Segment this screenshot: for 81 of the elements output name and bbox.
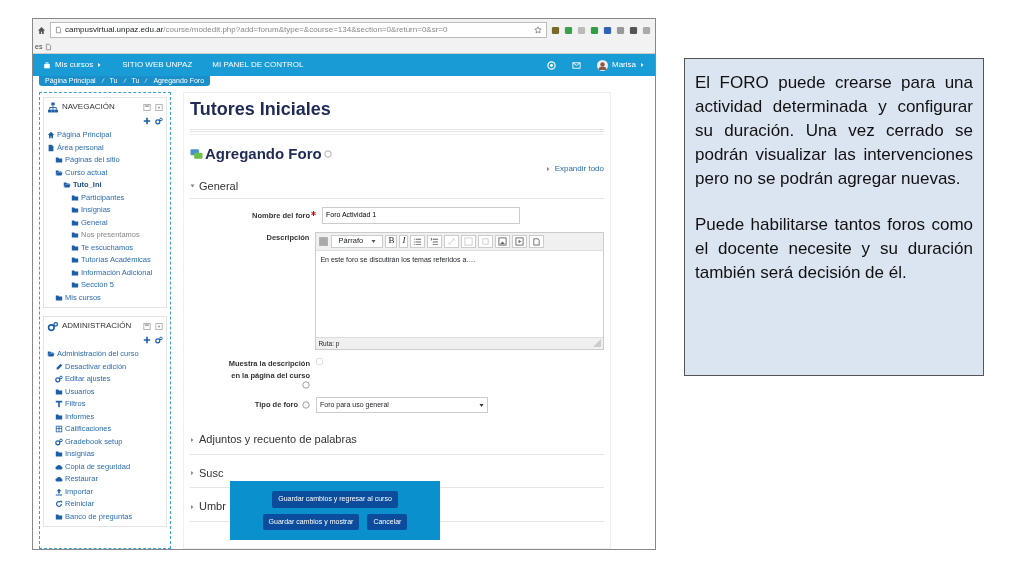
note-paragraph: Puede habilitarse tantos foros como el docente necesite y su duración también será decisión de él. <box>695 214 973 284</box>
collapse-icon[interactable] <box>155 103 163 111</box>
caret-down-icon <box>190 182 195 189</box>
link-icon[interactable] <box>447 236 457 246</box>
page-icon <box>55 26 62 34</box>
collapse-icon[interactable] <box>155 322 163 330</box>
gears-icon[interactable] <box>155 336 163 344</box>
page-icon[interactable] <box>45 43 53 51</box>
move-icon[interactable] <box>143 117 151 125</box>
folder-icon <box>55 387 63 396</box>
gears-icon <box>55 375 63 384</box>
caret-icon <box>640 62 645 68</box>
folder-open-icon <box>63 181 71 190</box>
sitemap-icon <box>47 101 59 113</box>
mail-icon[interactable] <box>572 60 581 70</box>
briefcase-icon <box>43 61 51 69</box>
section-header[interactable]: General <box>190 177 239 195</box>
file-icon <box>47 143 55 152</box>
block-title: NAVEGACIÓN <box>62 101 115 113</box>
address-bar[interactable]: campusvirtual.unpaz.edu.ar/course/modedit.php?add=forum&type=&course=134&section=0&return=0&sr=0 <box>50 22 547 38</box>
filter-icon <box>55 400 63 409</box>
help-icon[interactable] <box>323 149 332 158</box>
toolbar-toggle-icon[interactable] <box>318 235 330 247</box>
caret-right-icon <box>190 436 195 443</box>
pencil-icon <box>55 362 63 371</box>
unlink-icon[interactable] <box>464 236 474 246</box>
upload-icon <box>55 487 63 496</box>
paste-icon[interactable] <box>532 236 542 246</box>
gears-icon <box>47 320 59 332</box>
separator-icon <box>144 76 149 85</box>
anchor-icon[interactable] <box>481 236 491 246</box>
caret-icon <box>545 165 551 172</box>
section-header[interactable]: Susc <box>190 464 224 482</box>
section-header[interactable]: Umbr <box>190 498 226 515</box>
folder-icon <box>55 156 63 165</box>
course-title: Tutores Iniciales <box>190 99 332 121</box>
folder-open-icon <box>55 168 63 177</box>
caret-icon <box>97 62 103 68</box>
help-icon[interactable] <box>302 401 310 410</box>
dock-icon[interactable] <box>143 322 151 330</box>
help-icon[interactable] <box>302 380 310 389</box>
page-title: Agregando Foro <box>205 144 322 163</box>
media-icon[interactable] <box>515 236 525 246</box>
separator-icon <box>122 76 127 85</box>
expand-all-link[interactable]: Expandir todo <box>545 162 604 175</box>
avatar-icon <box>597 59 608 71</box>
user-menu[interactable]: Marisa <box>597 59 645 71</box>
reset-icon <box>55 500 63 509</box>
folder-icon <box>55 412 63 421</box>
url-text: campusvirtual.unpaz.edu.ar/course/modedit.php?add=forum&type=&course=134&section=0&return=0&sr=0 <box>65 24 448 36</box>
nav-link[interactable]: MI PANEL DE CONTROL <box>212 59 304 71</box>
forum-icon <box>190 147 203 160</box>
folder-icon <box>55 450 63 459</box>
gears-icon <box>55 437 63 446</box>
dock-icon[interactable] <box>143 103 151 111</box>
image-icon[interactable] <box>498 236 508 246</box>
home-icon <box>47 131 55 140</box>
nav-link[interactable]: SITIO WEB UNPAZ <box>122 59 193 71</box>
target-icon[interactable] <box>547 60 556 70</box>
star-icon[interactable] <box>534 26 542 34</box>
italic-button[interactable]: I <box>399 234 409 248</box>
note-paragraph: El FORO puede crearse para una actividad determinada y configurar su duración. Una vez cerrado se podrán visualizar las intervenciones pero no se podrán agregar nuevas. <box>695 72 973 190</box>
separator-icon <box>100 76 105 85</box>
gears-icon[interactable] <box>155 117 163 125</box>
caret-down-icon <box>479 402 484 408</box>
numbered-list-icon[interactable] <box>430 236 440 246</box>
bullet-list-icon[interactable] <box>413 236 423 246</box>
bold-button[interactable]: B <box>385 234 398 248</box>
caret-right-icon <box>190 503 195 510</box>
folder-icon <box>55 512 63 521</box>
nav-link[interactable]: Mis cursos <box>43 59 103 71</box>
section-header[interactable]: Adjuntos y recuento de palabras <box>190 431 357 448</box>
move-icon[interactable] <box>143 336 151 344</box>
table-icon <box>55 425 63 434</box>
folder-open-icon <box>47 350 55 359</box>
checkbox[interactable] <box>316 358 323 366</box>
caret-right-icon <box>190 470 195 477</box>
home-icon[interactable] <box>37 25 46 35</box>
caret-down-icon <box>371 238 377 244</box>
block-title: ADMINISTRACIÓN <box>62 320 132 332</box>
resize-icon[interactable] <box>593 338 601 347</box>
